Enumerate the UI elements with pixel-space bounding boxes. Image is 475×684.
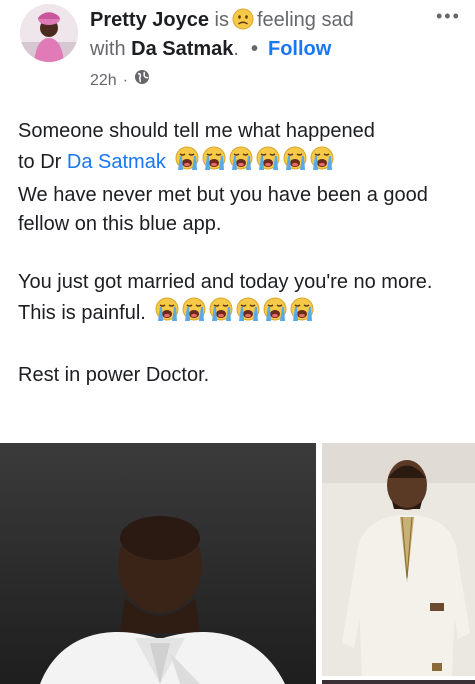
loudly-crying-face-emoji-icon [201,146,227,181]
loudly-crying-face-emoji-icon [309,146,335,181]
loudly-crying-face-emoji-icon [235,297,261,332]
loudly-crying-face-emoji-icon [174,146,200,181]
crying-emoji-row-1 [174,146,335,181]
more-options-button[interactable]: ••• [436,6,461,26]
loudly-crying-face-emoji-icon [181,297,207,332]
post-line-4: You just got married and today you're no… [18,271,433,293]
loudly-crying-face-emoji-icon [262,297,288,332]
is-text: is [214,9,229,31]
line2-prefix: to Dr [18,151,67,173]
loudly-crying-face-emoji-icon [282,146,308,181]
post-line-6: Rest in power Doctor. [18,364,210,386]
post-header: Pretty Joyce is feeling sad with Da Satm… [0,0,475,100]
meta-separator: · [122,71,129,89]
line5-text: This is painful. [18,302,146,324]
author-avatar[interactable] [20,4,78,62]
post-photo-2[interactable] [322,443,475,676]
sad-face-emoji-icon [232,8,254,38]
loudly-crying-face-emoji-icon [289,297,315,332]
feeling-text: feeling sad [256,9,354,31]
post-line-1: Someone should tell me what happened [18,120,375,142]
crying-emoji-row-2 [154,297,315,332]
follow-separator: • [250,38,258,60]
loudly-crying-face-emoji-icon [154,297,180,332]
post-body: Someone should tell me what happened to … [18,117,463,390]
loudly-crying-face-emoji-icon [208,297,234,332]
globe-icon [134,69,150,92]
loudly-crying-face-emoji-icon [255,146,281,181]
tagged-period: . [233,38,239,60]
with-text: with [90,38,126,60]
post-photo-1[interactable] [0,443,316,684]
post-line-3: We have never met but you have been a go… [18,184,428,235]
post-time[interactable]: 22h [90,70,117,92]
header-line-1: Pretty Joyce is feeling sad [90,6,354,38]
post-line-5: This is painful. [18,297,463,332]
post-line-2: to Dr Da Satmak [18,146,463,181]
loudly-crying-face-emoji-icon [228,146,254,181]
header-line-2: with Da Satmak. • Follow [90,35,331,63]
tagged-person[interactable]: Da Satmak [131,38,233,60]
mention-link[interactable]: Da Satmak [67,151,166,173]
post-photo-3-edge [322,680,475,684]
post-meta: 22h · [90,69,150,92]
author-name[interactable]: Pretty Joyce [90,9,209,31]
follow-button[interactable]: Follow [268,38,331,60]
